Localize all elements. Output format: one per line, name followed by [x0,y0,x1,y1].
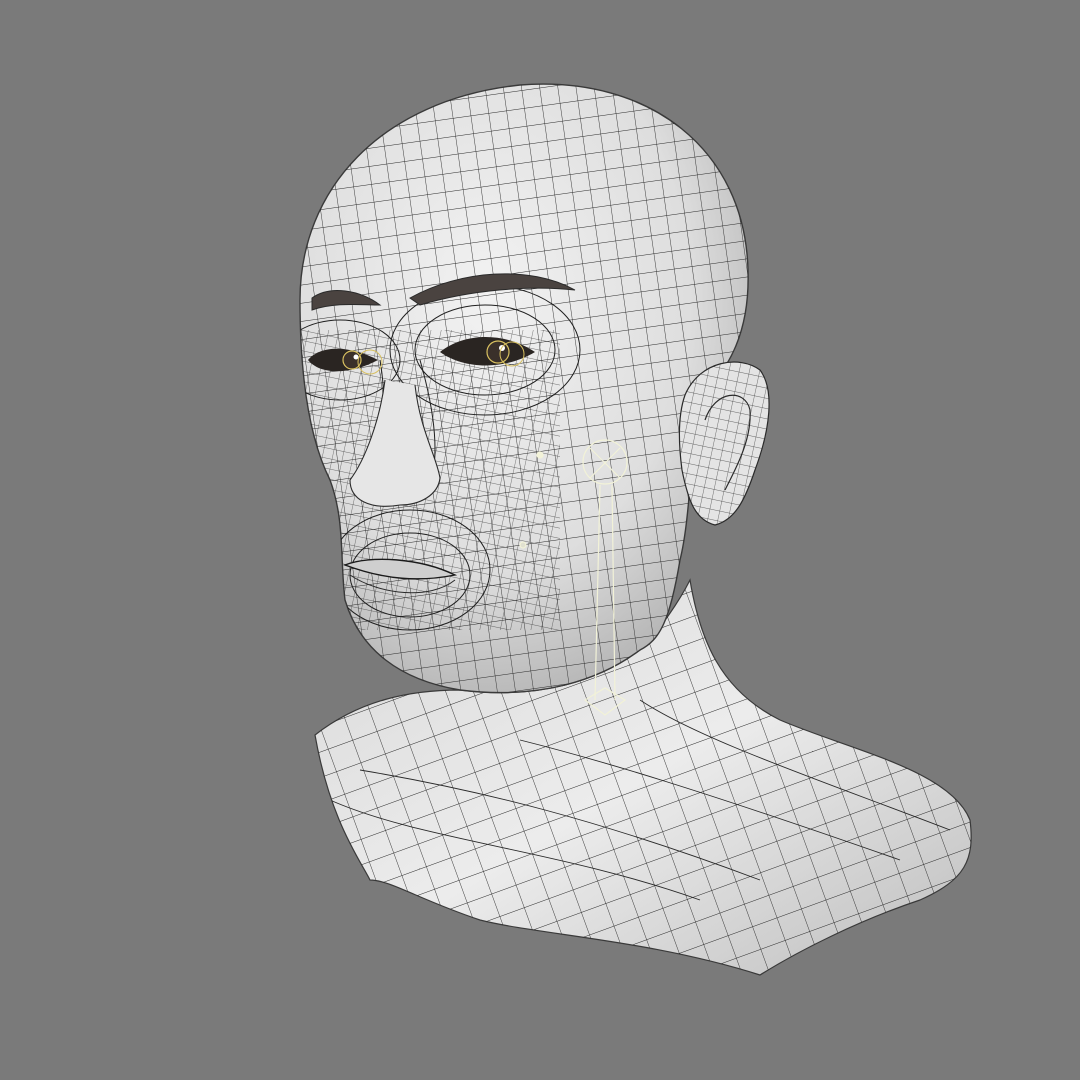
viewport-canvas[interactable] [0,0,1080,1080]
3d-viewport[interactable] [0,0,1080,1080]
